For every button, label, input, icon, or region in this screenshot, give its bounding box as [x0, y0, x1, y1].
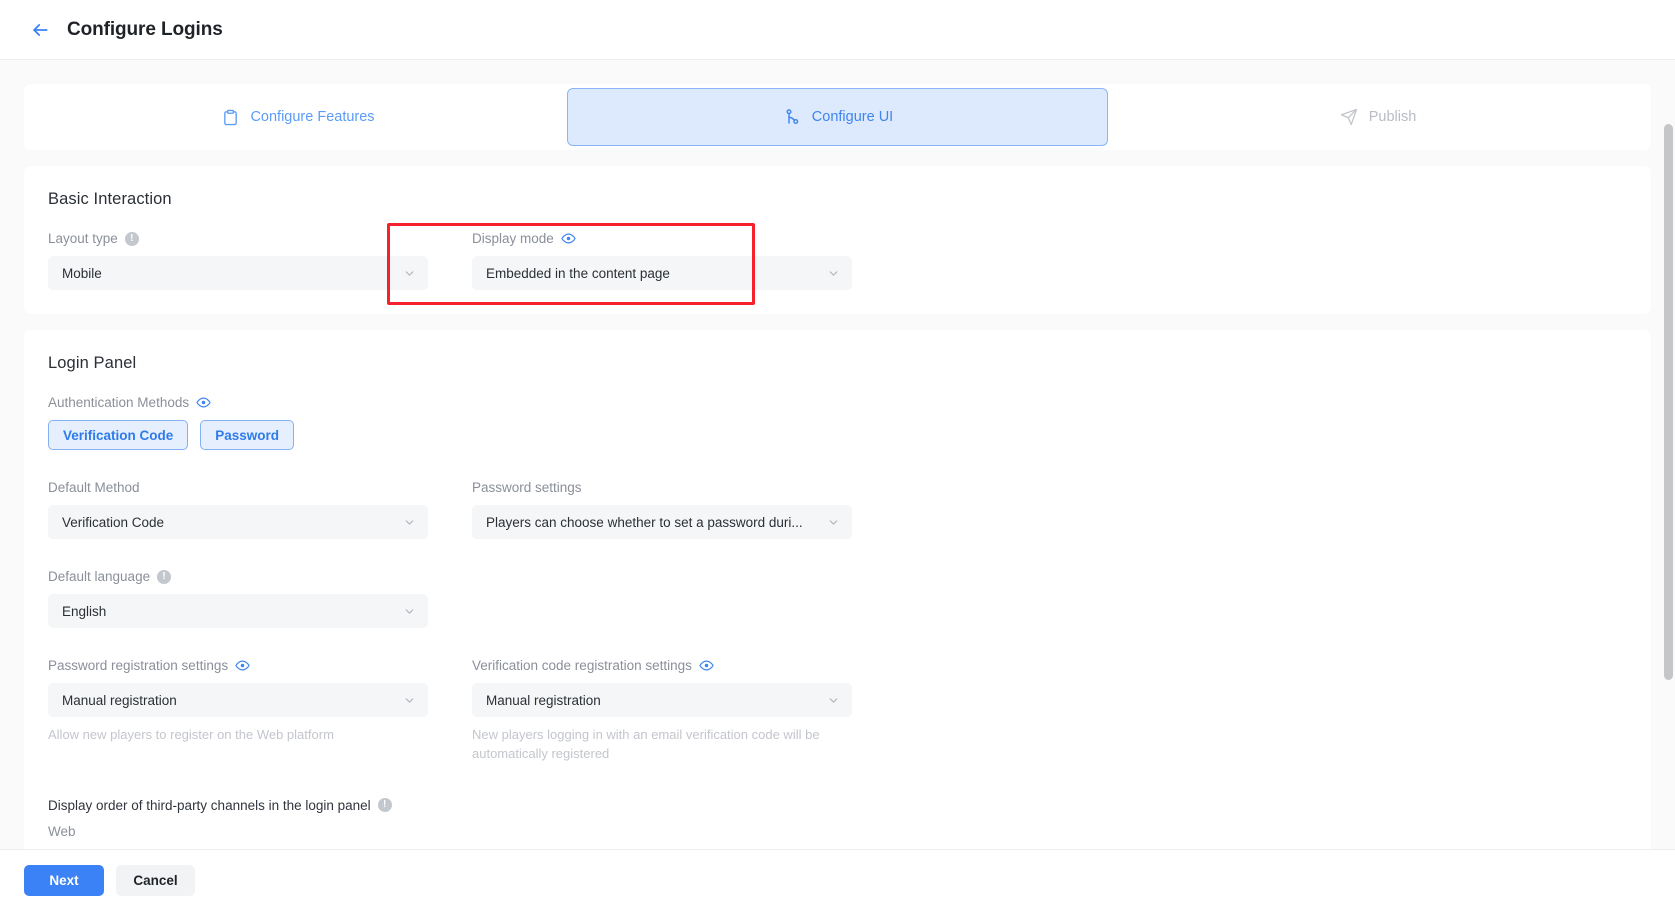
chevron-down-icon	[403, 694, 416, 707]
login-panel-row-3: Password registration settings Manual re…	[48, 658, 1627, 764]
arrow-left-icon[interactable]	[27, 17, 53, 43]
clipboard-icon	[220, 107, 240, 127]
tab-configure-ui[interactable]: Configure UI	[567, 88, 1108, 146]
tab-label: Publish	[1368, 109, 1417, 125]
login-panel-row-2: Default language ! English	[48, 569, 1627, 628]
basic-interaction-fields: Layout type ! Mobile Display mode Embedd…	[48, 231, 1627, 290]
verification-registration-select[interactable]: Manual registration	[472, 683, 852, 717]
default-language-label: Default language !	[48, 569, 428, 584]
layout-type-select[interactable]: Mobile	[48, 256, 428, 290]
page-title: Configure Logins	[67, 18, 223, 40]
chip-password[interactable]: Password	[200, 420, 295, 450]
select-value: English	[62, 603, 107, 619]
select-value: Manual registration	[62, 692, 177, 708]
auth-methods-field: Authentication Methods Verification Code…	[48, 395, 1627, 450]
chevron-down-icon	[403, 267, 416, 280]
page-header: Configure Logins	[0, 0, 1675, 60]
tab-publish[interactable]: Publish	[1108, 88, 1647, 146]
vertical-scrollbar-track[interactable]	[1662, 120, 1675, 787]
select-value: Manual registration	[486, 692, 601, 708]
password-settings-label: Password settings	[472, 480, 852, 495]
field-label-text: Default language	[48, 569, 151, 584]
verification-registration-field: Verification code registration settings …	[472, 658, 852, 764]
field-label-text: Verification code registration settings	[472, 658, 692, 673]
third-party-order-text: Display order of third-party channels in…	[48, 797, 371, 813]
step-tabs: Configure Features Configure UI Publish	[24, 84, 1651, 150]
chevron-down-icon	[827, 694, 840, 707]
select-value: Players can choose whether to set a pass…	[486, 514, 803, 530]
layout-type-field: Layout type ! Mobile	[48, 231, 428, 290]
default-method-select[interactable]: Verification Code	[48, 505, 428, 539]
login-panel-card: Login Panel Authentication Methods Verif…	[24, 330, 1651, 849]
field-label-text: Default Method	[48, 480, 140, 495]
section-title-basic-interaction: Basic Interaction	[48, 190, 172, 208]
auth-method-chips: Verification Code Password	[48, 420, 1627, 450]
default-method-field: Default Method Verification Code	[48, 480, 428, 539]
chevron-down-icon	[403, 516, 416, 529]
third-party-platform-web: Web	[48, 823, 76, 839]
third-party-order-label: Display order of third-party channels in…	[48, 798, 1627, 813]
select-value: Mobile	[62, 265, 102, 281]
password-registration-field: Password registration settings Manual re…	[48, 658, 428, 764]
password-registration-label: Password registration settings	[48, 658, 428, 673]
vertical-scrollbar-thumb[interactable]	[1664, 124, 1673, 680]
configure-logins-page: Configure Logins Configure Features Conf…	[0, 0, 1675, 911]
default-method-label: Default Method	[48, 480, 428, 495]
select-value: Verification Code	[62, 514, 165, 530]
field-label-text: Display mode	[472, 231, 554, 246]
default-language-field: Default language ! English	[48, 569, 428, 628]
chevron-down-icon	[827, 267, 840, 280]
chip-verification-code[interactable]: Verification Code	[48, 420, 189, 450]
tab-label: Configure UI	[811, 109, 894, 125]
eye-icon[interactable]	[235, 658, 250, 673]
info-icon[interactable]: !	[377, 798, 392, 813]
eye-icon[interactable]	[196, 395, 211, 410]
chevron-down-icon	[827, 516, 840, 529]
page-footer: Next Cancel	[0, 849, 1675, 911]
password-registration-helper: Allow new players to register on the Web…	[48, 727, 334, 742]
page-body: Configure Features Configure UI Publish …	[0, 60, 1675, 849]
field-label-text: Password settings	[472, 480, 582, 495]
verification-registration-helper: New players logging in with an email ver…	[472, 727, 820, 761]
verification-registration-label: Verification code registration settings	[472, 658, 852, 673]
display-mode-label: Display mode	[472, 231, 852, 246]
info-icon[interactable]: !	[157, 569, 172, 584]
field-label-text: Layout type	[48, 231, 118, 246]
display-mode-field: Display mode Embedded in the content pag…	[472, 231, 852, 290]
password-registration-select[interactable]: Manual registration	[48, 683, 428, 717]
basic-interaction-card: Basic Interaction Layout type ! Mobile D…	[24, 166, 1651, 314]
login-panel-row-1: Default Method Verification Code Passwor…	[48, 480, 1627, 539]
eye-icon[interactable]	[561, 231, 576, 246]
default-language-select[interactable]: English	[48, 594, 428, 628]
tab-label: Configure Features	[250, 109, 375, 125]
cancel-button[interactable]: Cancel	[116, 865, 195, 896]
field-label-text: Password registration settings	[48, 658, 229, 673]
layout-type-label: Layout type !	[48, 231, 428, 246]
chevron-down-icon	[403, 605, 416, 618]
select-value: Embedded in the content page	[486, 265, 670, 281]
field-label-text: Authentication Methods	[48, 395, 190, 410]
next-button[interactable]: Next	[24, 865, 104, 896]
auth-methods-label: Authentication Methods	[48, 395, 1627, 410]
tab-configure-features[interactable]: Configure Features	[28, 88, 567, 146]
section-title-login-panel: Login Panel	[48, 354, 137, 372]
send-icon	[1339, 107, 1359, 127]
display-mode-select[interactable]: Embedded in the content page	[472, 256, 852, 290]
info-icon[interactable]: !	[124, 231, 139, 246]
node-branch-icon	[782, 107, 802, 127]
password-settings-select[interactable]: Players can choose whether to set a pass…	[472, 505, 852, 539]
eye-icon[interactable]	[699, 658, 714, 673]
password-settings-field: Password settings Players can choose whe…	[472, 480, 852, 539]
